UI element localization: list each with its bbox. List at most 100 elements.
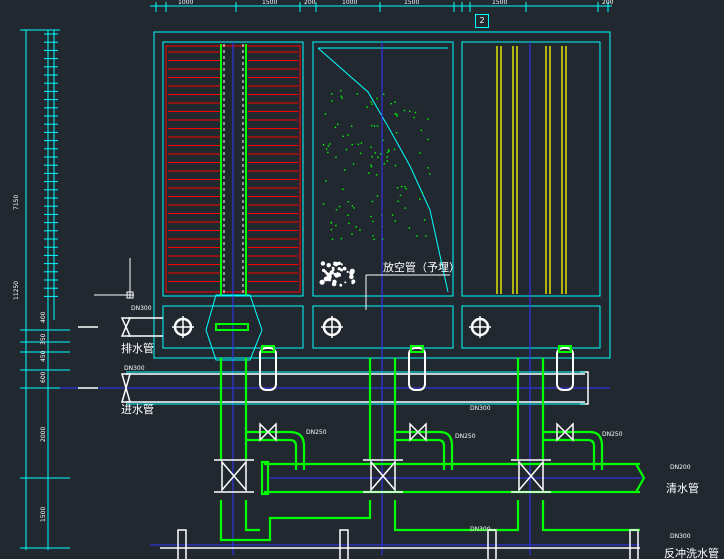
media-dot (341, 97, 343, 99)
dim-400: 400 (40, 311, 47, 323)
branch-3-size-label: DN250 (602, 431, 623, 438)
inlet-size-label: DN300 (124, 365, 145, 372)
media-dot (340, 95, 342, 97)
media-dot (342, 135, 344, 137)
gravel-stone (346, 270, 349, 273)
backwash-pipe-label: 反冲洗水管 (664, 547, 719, 559)
drain-pipe-label: 排水管 (121, 342, 154, 355)
media-dot (420, 129, 422, 132)
dim-2000: 2000 (40, 426, 47, 442)
gravel-stone (340, 263, 343, 266)
media-dot (331, 93, 333, 95)
media-dot (353, 207, 355, 209)
inlet-drop-valves (259, 347, 574, 391)
media-dot (330, 222, 332, 224)
drain-size-label: DN300 (131, 305, 152, 312)
media-dot (330, 228, 333, 231)
gravel-stone (349, 270, 354, 276)
cell-2 (312, 41, 454, 297)
media-dot (347, 214, 349, 216)
media-dot (374, 152, 376, 154)
top-span-value: 200 (602, 0, 614, 6)
media-dot (396, 115, 398, 117)
media-dot (383, 163, 385, 165)
top-span-value: 1500 (492, 0, 508, 6)
gravel-stone (351, 281, 355, 285)
media-dot (342, 188, 344, 190)
media-dot (394, 101, 396, 103)
media-dot (427, 167, 429, 169)
media-dot (344, 169, 346, 171)
branch-2-size-label: DN250 (455, 433, 476, 440)
gravel-stone (342, 266, 347, 271)
media-dot (373, 238, 375, 240)
media-dot (325, 148, 328, 150)
media-dot (337, 123, 339, 125)
gravel-stone (326, 263, 331, 268)
media-dot (405, 187, 407, 190)
main-a-size-label: DN300 (470, 405, 491, 412)
media-dot (391, 214, 394, 216)
media-dot (372, 220, 374, 223)
media-dot (371, 200, 374, 203)
media-dot (394, 113, 396, 115)
media-dot (425, 235, 427, 237)
media-dot (396, 187, 399, 189)
filter-media-dots (322, 90, 431, 240)
media-dot (360, 142, 363, 144)
media-dot (338, 205, 341, 208)
media-dot (390, 103, 392, 105)
gravel-stone (322, 268, 326, 272)
media-dot (397, 200, 399, 202)
drain-pipe-stub (78, 317, 163, 337)
media-dot (371, 155, 373, 158)
media-dot (380, 153, 382, 155)
media-dot (395, 132, 398, 134)
main-b-size-label: DN300 (470, 526, 491, 533)
media-dot (375, 174, 378, 176)
media-dot (335, 209, 338, 211)
media-dot (399, 194, 402, 197)
media-dot (383, 93, 385, 95)
media-dot (421, 191, 424, 194)
media-dot (347, 134, 349, 136)
media-dot (371, 124, 373, 127)
gravel-stone (329, 270, 334, 275)
media-dot (386, 160, 388, 162)
top-dimension-line (150, 2, 612, 12)
media-dot (348, 222, 350, 224)
gravel-stone (331, 281, 337, 287)
gravel-stone (344, 281, 347, 284)
media-dot (324, 113, 327, 115)
media-dot (404, 186, 406, 188)
top-span-value: 1500 (262, 0, 278, 6)
sludge-cone-boundary (317, 47, 449, 293)
media-dot (329, 143, 331, 145)
media-dot (393, 148, 396, 151)
gravel-stone (331, 266, 335, 270)
media-dot (331, 238, 334, 240)
gravel-stone (326, 274, 331, 279)
dim-600: 600 (40, 371, 47, 383)
air-release-pipe-label: 放空管（予埋） (383, 261, 460, 274)
collector-rods (496, 46, 567, 294)
branch-1-size-label: DN250 (306, 429, 327, 436)
media-dot (371, 103, 373, 105)
tank-index-badge: 2 (475, 14, 489, 28)
media-dot (359, 229, 361, 231)
media-dot (340, 237, 343, 240)
media-dot (322, 144, 325, 146)
media-dot (322, 203, 325, 205)
media-dot (352, 163, 355, 165)
top-span-value: 200 (304, 0, 316, 6)
gravel-stone (319, 279, 325, 285)
media-dot (357, 143, 359, 145)
media-dot (377, 156, 379, 158)
top-span-value: 1000 (178, 0, 194, 6)
media-dot (394, 164, 397, 167)
inlet-pipe-label: 进水管 (121, 403, 154, 416)
gravel-stone (349, 274, 354, 280)
media-dot (414, 111, 417, 114)
media-dot (327, 151, 329, 154)
media-dot (351, 143, 353, 146)
